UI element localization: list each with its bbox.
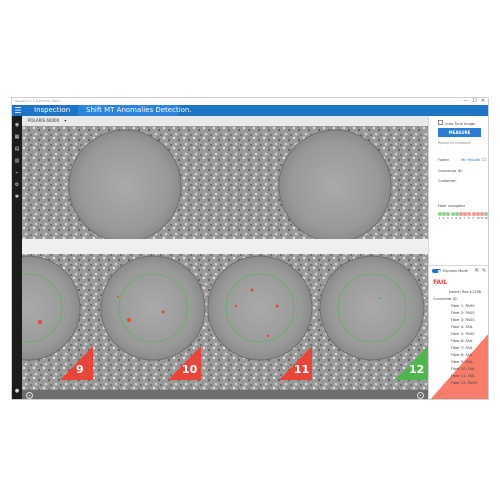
fiber-navigator: 1 2 3 4 5 6 7 8 9 10 11 12 bbox=[438, 212, 488, 224]
fiber-nav-number: 12 bbox=[484, 217, 488, 220]
fiber-nav-dot[interactable] bbox=[450, 212, 455, 216]
express-mode-label: Express Mode bbox=[443, 269, 468, 273]
result-status: FAIL bbox=[433, 279, 448, 286]
result-name: Name: Res-h1296 bbox=[449, 290, 482, 294]
title-bar: Xtavision 1.1.2.4574 by Xtera — ☐ ✕ bbox=[12, 98, 488, 105]
fiber-result-row: Fiber 2: PASS bbox=[451, 311, 475, 315]
edit-icon[interactable]: ✎ bbox=[482, 268, 486, 274]
settings-icon[interactable]: ⚙ bbox=[14, 182, 20, 188]
fiber-result-row: Fiber 4: FAIL bbox=[451, 325, 473, 329]
app-window: Xtavision 1.1.2.4574 by Xtera — ☐ ✕ ☰ In… bbox=[11, 97, 489, 400]
menu-icon[interactable]: ☰ bbox=[13, 105, 23, 116]
fiber-nav-number: 7 bbox=[463, 217, 466, 220]
fiber-result-row: Fiber 10: FAIL bbox=[451, 367, 476, 371]
section-title: Inspection bbox=[34, 106, 71, 114]
right-panel: Auto Tune Image MEASURE Ready to measure… bbox=[428, 116, 488, 399]
fiber-label-9: 9 bbox=[76, 363, 84, 376]
folder-value[interactable]: My Results bbox=[461, 158, 480, 162]
maximize-button[interactable]: ☐ bbox=[473, 98, 477, 105]
close-button[interactable]: ✕ bbox=[481, 98, 485, 105]
user-icon[interactable]: ● bbox=[14, 388, 20, 394]
fiber-12 bbox=[319, 255, 425, 361]
fiber-nav-dot[interactable] bbox=[484, 212, 488, 216]
fiber-nav-number: 5 bbox=[455, 217, 457, 220]
fiber-nav-dot[interactable] bbox=[446, 212, 451, 216]
fiber-label-12: 12 bbox=[409, 363, 425, 376]
fiber-circle bbox=[278, 129, 392, 243]
device-select[interactable]: POLARIS 60000 ▾ bbox=[28, 116, 66, 126]
app-title: Shift MT Anomalies Detection. bbox=[86, 106, 192, 114]
window-title: Xtavision 1.1.2.4574 by Xtera bbox=[15, 99, 60, 103]
fiber-nav-number: 2 bbox=[442, 217, 445, 220]
auto-tune-label: Auto Tune Image bbox=[445, 122, 476, 126]
connector-id-label: Connector ID: bbox=[438, 169, 463, 173]
fiber-images bbox=[12, 126, 428, 390]
fiber-nav-dot[interactable] bbox=[467, 212, 472, 216]
fiber-nav-number: 3 bbox=[447, 217, 449, 220]
fiber-nav-dot[interactable] bbox=[471, 212, 476, 216]
link-icon[interactable]: ⌁ bbox=[14, 170, 20, 176]
folder-label: Folder bbox=[438, 158, 450, 162]
fiber-11 bbox=[207, 255, 313, 361]
chevron-down-icon: ▾ bbox=[64, 118, 67, 123]
book-icon[interactable]: ▤ bbox=[14, 146, 20, 152]
settings-circle-icon[interactable]: • bbox=[417, 392, 424, 399]
pane-divider bbox=[22, 239, 428, 254]
result-connector-label: Connector ID: bbox=[433, 297, 458, 301]
app-header: ☰ Inspection Shift MT Anomalies Detectio… bbox=[12, 105, 488, 116]
minimize-button[interactable]: — bbox=[463, 98, 468, 105]
fiber-10 bbox=[100, 255, 206, 361]
fiber-nav-number: 11 bbox=[480, 217, 484, 220]
results-panel: Express Mode ⇱ ✎ FAIL Name: Res-h1296 Co… bbox=[429, 265, 488, 399]
fiber-result-row: Fiber 6: FAIL bbox=[451, 339, 473, 343]
fiber-nav-number: 9 bbox=[472, 217, 474, 220]
layers-icon[interactable]: ▥ bbox=[14, 158, 20, 164]
express-mode-toggle[interactable] bbox=[432, 269, 441, 273]
fiber-result-row: Fiber 5: PASS bbox=[451, 332, 475, 336]
fiber-result-row: Fiber 11: FAIL bbox=[451, 374, 476, 378]
fiber-result-row: Fiber 12: PASS bbox=[451, 381, 477, 385]
image-icon[interactable]: ▦ bbox=[14, 134, 20, 140]
checkbox-icon[interactable] bbox=[438, 120, 443, 125]
auto-tune-toggle[interactable]: Auto Tune Image bbox=[438, 120, 475, 126]
view-status-bar: + • bbox=[22, 390, 428, 399]
home-icon[interactable]: ◉ bbox=[14, 122, 20, 128]
add-view-icon[interactable]: + bbox=[26, 392, 33, 399]
export-icon[interactable]: ⇱ bbox=[475, 268, 479, 274]
folder-icon[interactable]: ▭ bbox=[482, 157, 487, 163]
left-sidebar: ◉ ▦ ▤ ▥ ⌁ ⚙ ✱ ● bbox=[12, 116, 22, 399]
fiber-circle bbox=[68, 129, 182, 243]
inspection-view[interactable]: 9 10 11 12 bbox=[12, 126, 428, 390]
fiber-result-row: Fiber 7: FAIL bbox=[451, 346, 473, 350]
fiber-nav-number: 8 bbox=[468, 217, 470, 220]
fiber-nav-number: 1 bbox=[438, 217, 441, 220]
fiber-result-row: Fiber 8: FAIL bbox=[451, 353, 473, 357]
fiber-label-10: 10 bbox=[182, 363, 198, 376]
customer-label: Customer: bbox=[438, 179, 457, 183]
fiber-result-row: Fiber 9: FAIL bbox=[451, 360, 473, 364]
measure-button[interactable]: MEASURE bbox=[438, 128, 481, 137]
fiber-result-row: Fiber 1: PASS bbox=[451, 304, 475, 308]
fiber-nav-number: 4 bbox=[451, 217, 453, 220]
fiber-nav-number: 6 bbox=[459, 217, 462, 220]
team-icon[interactable]: ✱ bbox=[14, 194, 20, 200]
fiber-navigator-label: Fiber navigator bbox=[438, 204, 466, 208]
fiber-label-11: 11 bbox=[294, 363, 310, 376]
fiber-result-row: Fiber 3: PASS bbox=[451, 318, 475, 322]
device-name: POLARIS 60000 bbox=[28, 118, 60, 123]
status-text: Ready to measure bbox=[438, 141, 471, 145]
fiber-nav-number: 10 bbox=[476, 217, 480, 220]
